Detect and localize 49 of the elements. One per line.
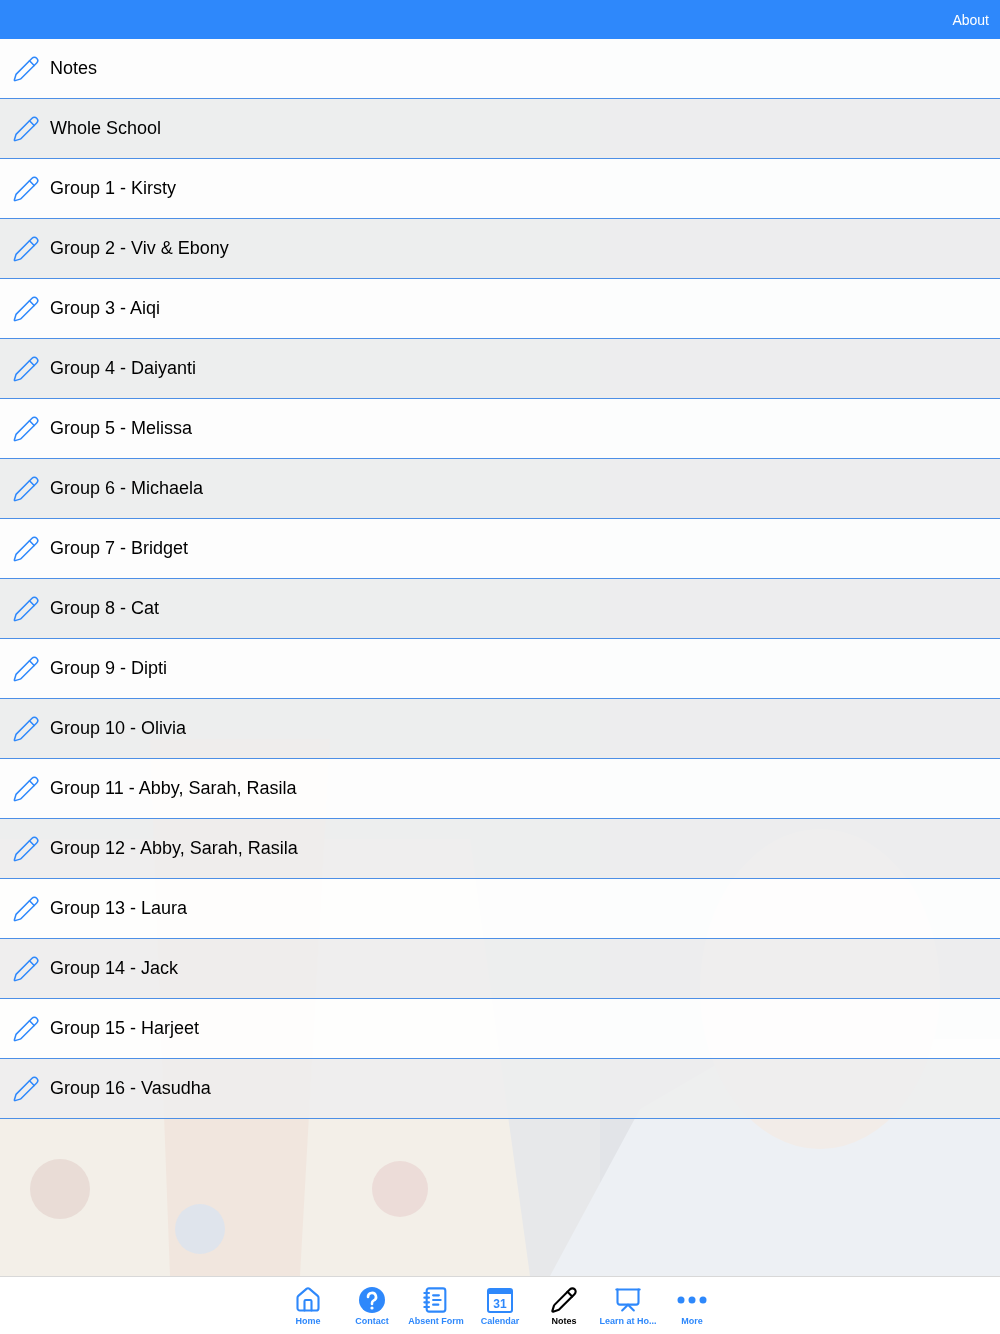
- pencil-icon: [550, 1286, 578, 1314]
- pencil-icon: [12, 534, 40, 563]
- list-item[interactable]: Group 9 - Dipti: [0, 639, 1000, 699]
- pencil-icon: [12, 1014, 40, 1043]
- list-item[interactable]: Group 10 - Olivia: [0, 699, 1000, 759]
- tab[interactable]: Absent Form: [404, 1277, 468, 1326]
- more-icon: [677, 1296, 707, 1304]
- list-item[interactable]: Group 7 - Bridget: [0, 519, 1000, 579]
- list-item[interactable]: Group 13 - Laura: [0, 879, 1000, 939]
- pencil-icon: [12, 834, 40, 863]
- tab[interactable]: Contact: [340, 1277, 404, 1326]
- list-item[interactable]: Group 12 - Abby, Sarah, Rasila: [0, 819, 1000, 879]
- list-item[interactable]: Group 8 - Cat: [0, 579, 1000, 639]
- tab[interactable]: Home: [276, 1277, 340, 1326]
- list-item[interactable]: Group 5 - Melissa: [0, 399, 1000, 459]
- help-icon: [358, 1286, 386, 1314]
- list-item[interactable]: Group 1 - Kirsty: [0, 159, 1000, 219]
- pencil-icon: [12, 294, 40, 323]
- list-item[interactable]: Group 16 - Vasudha: [0, 1059, 1000, 1119]
- screen-icon: [614, 1286, 642, 1314]
- pencil-icon: [12, 474, 40, 503]
- tab[interactable]: More: [660, 1277, 724, 1326]
- pencil-icon: [12, 354, 40, 383]
- pencil-icon: [12, 234, 40, 263]
- list-item[interactable]: Group 14 - Jack: [0, 939, 1000, 999]
- list-item[interactable]: Group 11 - Abby, Sarah, Rasila: [0, 759, 1000, 819]
- list-item[interactable]: Group 15 - Harjeet: [0, 999, 1000, 1059]
- pencil-icon: [12, 774, 40, 803]
- tab[interactable]: Learn at Ho...: [596, 1277, 660, 1326]
- home-icon: [294, 1286, 322, 1314]
- pencil-icon: [12, 1074, 40, 1103]
- list-item[interactable]: Group 4 - Daiyanti: [0, 339, 1000, 399]
- list-item[interactable]: Whole School: [0, 99, 1000, 159]
- list-item[interactable]: Group 6 - Michaela: [0, 459, 1000, 519]
- pencil-icon: [12, 414, 40, 443]
- pencil-icon: [12, 114, 40, 143]
- pencil-icon: [12, 654, 40, 683]
- list-item[interactable]: Notes: [0, 39, 1000, 99]
- calendar-icon: 31: [486, 1286, 514, 1314]
- list-item[interactable]: Group 2 - Viv & Ebony: [0, 219, 1000, 279]
- pencil-icon: [12, 594, 40, 623]
- pencil-icon: [12, 174, 40, 203]
- pencil-icon: [12, 954, 40, 983]
- pencil-icon: [12, 54, 40, 83]
- tab[interactable]: Notes: [532, 1277, 596, 1326]
- pencil-icon: [12, 894, 40, 923]
- tab[interactable]: 31 Calendar: [468, 1277, 532, 1326]
- list-item[interactable]: Group 3 - Aiqi: [0, 279, 1000, 339]
- pencil-icon: [12, 714, 40, 743]
